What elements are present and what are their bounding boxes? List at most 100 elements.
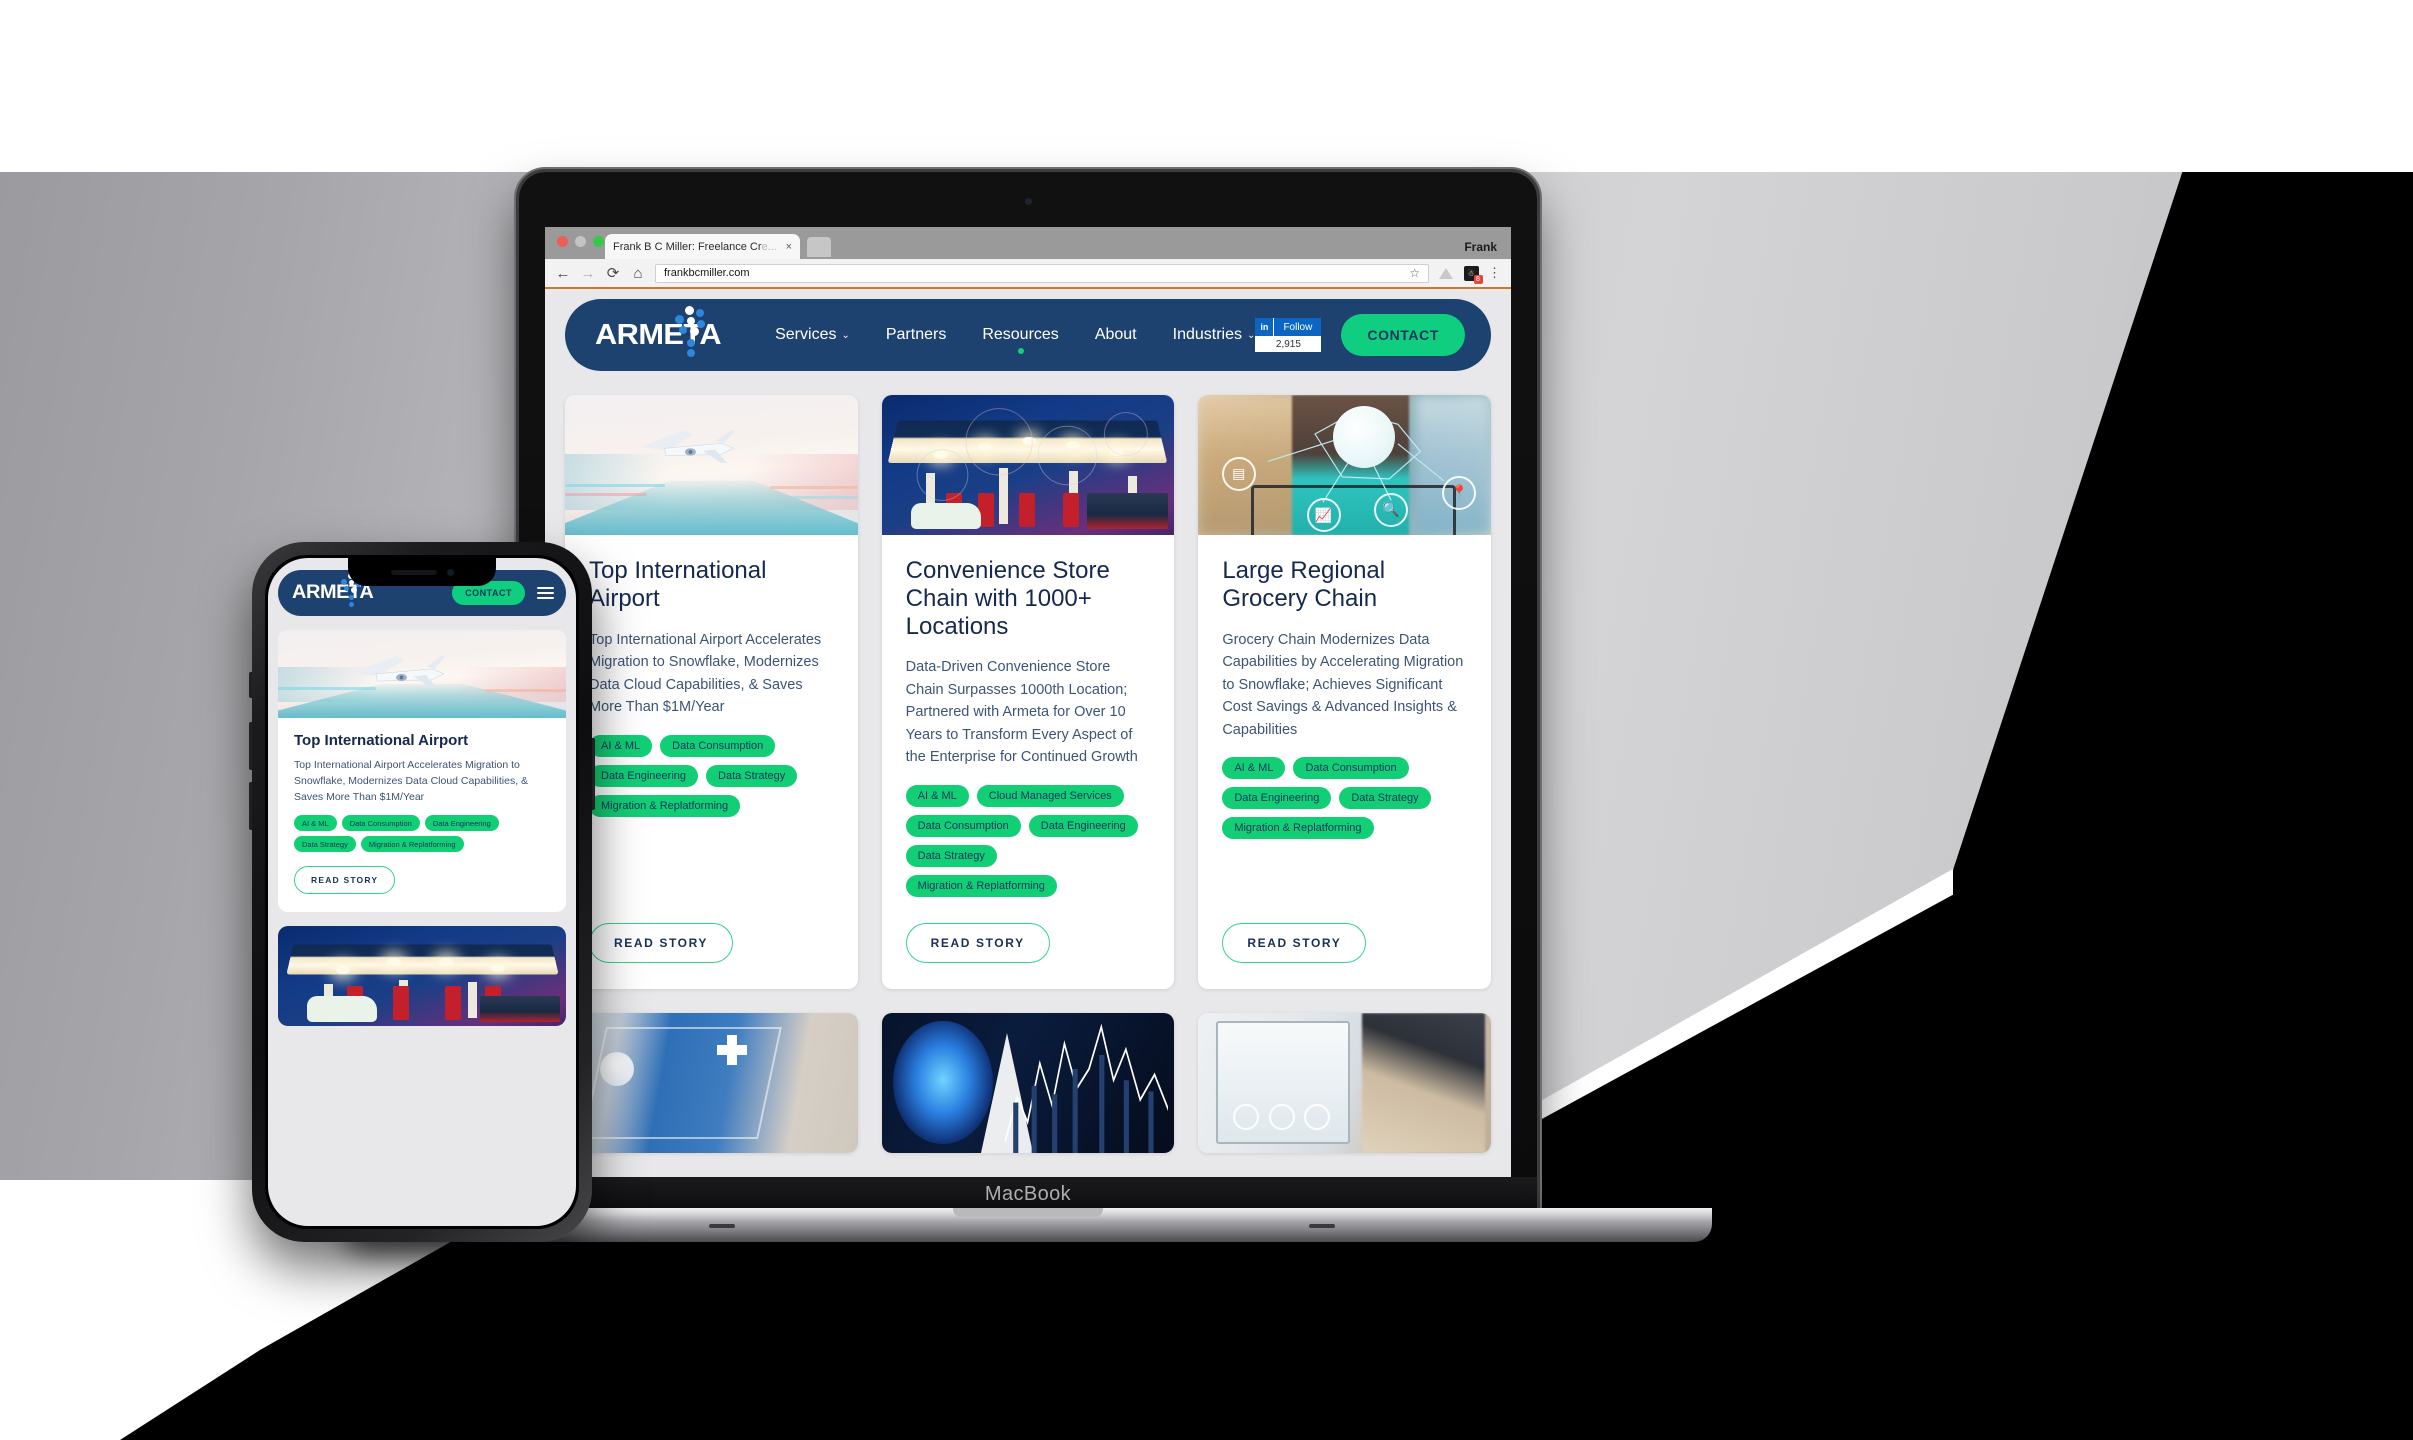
new-tab-button[interactable] [807,237,831,257]
tag[interactable]: AI & ML [905,784,969,807]
url-text: frankbcmiller.com [664,267,750,279]
case-study-card[interactable] [1198,1012,1491,1153]
globe-icon [600,1052,635,1087]
drive-icon[interactable] [1438,265,1454,281]
case-study-card[interactable]: Top International Airport Top Internatio… [565,395,858,989]
case-study-card[interactable]: ▤ 📈 🔍 📍 Large Regional Grocery Chain Gro… [1198,395,1491,989]
card-body: Top International Airport Top Internatio… [278,718,566,912]
linkedin-follow-label: Follow [1273,318,1322,336]
tag[interactable]: Data Consumption [341,815,420,832]
contact-button[interactable]: CONTACT [1341,314,1465,356]
network-overlay-icon [916,408,1148,501]
nav-item-services[interactable]: Services ⌄ [775,326,850,344]
iphone-mockup: ARMETA CONTACT Top International Airport… [249,542,595,1242]
iphone-screen: ARMETA CONTACT Top International Airport… [268,558,576,1226]
airplane-icon [640,430,736,464]
profile-name: Frank [1464,240,1497,254]
browser-window: Frank B C Miller: Freelance Cre... × Fra… [545,227,1511,1177]
address-bar[interactable]: frankbcmiller.com ☆ [655,263,1429,283]
page-viewport: ARMETA Services ⌄ Partners Resources Abo… [545,289,1511,1177]
browser-titlebar: Frank B C Miller: Freelance Cre... × Fra… [545,227,1511,259]
tag[interactable]: Data Engineering [424,815,499,832]
tag[interactable]: Migration & Replatforming [589,794,741,817]
card-title: Top International Airport [294,732,469,749]
tag[interactable]: Migration & Replatforming [905,874,1057,897]
card-description: Data-Driven Convenience Store Chain Surp… [905,659,1138,766]
window-controls[interactable] [557,236,604,247]
tag[interactable]: Data Consumption [905,814,1021,837]
tag[interactable]: Cloud Managed Services [976,784,1124,807]
linkedin-follow-widget[interactable]: in Follow 2,915 [1255,318,1322,352]
reload-icon[interactable]: ⟳ [605,266,621,281]
mockup-stage: Frank B C Miller: Freelance Cre... × Fra… [0,0,2413,1440]
tag[interactable]: Data Strategy [294,836,356,853]
extension-icon[interactable]: ☃ 8 [1463,265,1483,284]
case-study-card[interactable] [565,1012,858,1153]
tag[interactable]: AI & ML [294,815,337,832]
search-icon [1268,1104,1295,1131]
nav-item-about[interactable]: About [1095,326,1137,344]
bookmark-star-icon[interactable]: ☆ [1409,266,1420,280]
primary-nav: Services ⌄ Partners Resources About Indu… [775,326,1256,354]
extension-badge: 8 [1473,274,1483,284]
mobile-case-study-card[interactable]: Top International Airport Top Internatio… [278,630,566,913]
macbook-notch [953,1208,1103,1217]
home-icon[interactable]: ⌂ [630,266,646,281]
close-icon[interactable]: × [786,241,792,253]
power-button[interactable] [592,738,595,810]
card-body: Top International Airport Top Internatio… [565,535,858,989]
tag[interactable]: Data Engineering [1028,814,1138,837]
tag[interactable]: Data Strategy [706,764,798,787]
read-story-button[interactable]: READ STORY [1222,922,1367,963]
hamburger-menu-icon[interactable] [537,587,554,599]
browser-tab[interactable]: Frank B C Miller: Freelance Cre... × [605,234,800,259]
browser-menu-icon[interactable]: ⋮ [1488,266,1501,279]
case-study-grid: Top International Airport Top Internatio… [545,371,1511,1153]
tag[interactable]: Data Consumption [1293,757,1409,779]
card-description: Top International Airport Accelerates Mi… [589,631,822,716]
tag[interactable]: Data Engineering [589,764,699,787]
nav-item-partners[interactable]: Partners [886,326,946,344]
site-header: ARMETA Services ⌄ Partners Resources Abo… [565,299,1491,371]
macbook-mockup: Frank B C Miller: Freelance Cre... × Fra… [344,172,1712,1242]
macbook-chin: MacBook [519,1177,1537,1212]
close-window-button[interactable] [557,236,568,247]
read-story-button[interactable]: READ STORY [294,866,396,895]
mobile-case-study-card[interactable] [278,926,566,1027]
chevron-down-icon: ⌄ [841,329,850,341]
armeta-logo[interactable]: ARMETA [595,306,722,362]
tag[interactable]: Data Strategy [1339,787,1431,809]
nav-item-resources[interactable]: Resources [982,326,1059,354]
zoom-window-button[interactable] [593,236,604,247]
earpiece-speaker [390,569,437,575]
case-study-card[interactable]: Convenience Store Chain with 1000+ Locat… [881,395,1175,989]
forward-icon[interactable]: → [580,266,596,281]
card-body: Large Regional Grocery Chain Grocery Cha… [1198,535,1491,989]
card-image-gas-station [881,395,1175,535]
card-title: Large Regional Grocery Chain [1222,557,1386,612]
iphone-bezel: ARMETA CONTACT Top International Airport… [265,555,579,1229]
tag[interactable]: Migration & Replatforming [360,836,464,853]
macbook-screen: Frank B C Miller: Freelance Cre... × Fra… [545,227,1511,1177]
case-study-card[interactable] [881,1012,1175,1153]
tag[interactable]: Data Consumption [660,734,776,757]
iphone-notch [348,558,496,586]
minimize-window-button[interactable] [575,236,586,247]
back-icon[interactable]: ← [555,266,571,281]
nav-label: Partners [885,326,947,343]
tag[interactable]: AI & ML [1222,757,1286,779]
tab-title: Frank B C Miller: Freelance Cre... [613,240,777,253]
tag[interactable]: Data Engineering [1222,787,1332,809]
card-description: Grocery Chain Modernizes Data Capabiliti… [1222,631,1464,738]
linkedin-follower-count: 2,915 [1255,336,1322,352]
card-description: Top International Airport Accelerates Mi… [294,759,529,803]
card-body: Convenience Store Chain with 1000+ Locat… [882,535,1175,989]
nav-item-industries[interactable]: Industries ⌄ [1173,326,1256,344]
macbook-lid: Frank B C Miller: Freelance Cre... × Fra… [519,172,1537,1212]
tag[interactable]: AI & ML [589,734,653,757]
nav-label: Industries [1172,326,1242,343]
tag[interactable]: Migration & Replatforming [1222,817,1374,839]
read-story-button[interactable]: READ STORY [905,922,1050,963]
tag[interactable]: Data Strategy [905,844,997,867]
read-story-button[interactable]: READ STORY [589,922,734,963]
